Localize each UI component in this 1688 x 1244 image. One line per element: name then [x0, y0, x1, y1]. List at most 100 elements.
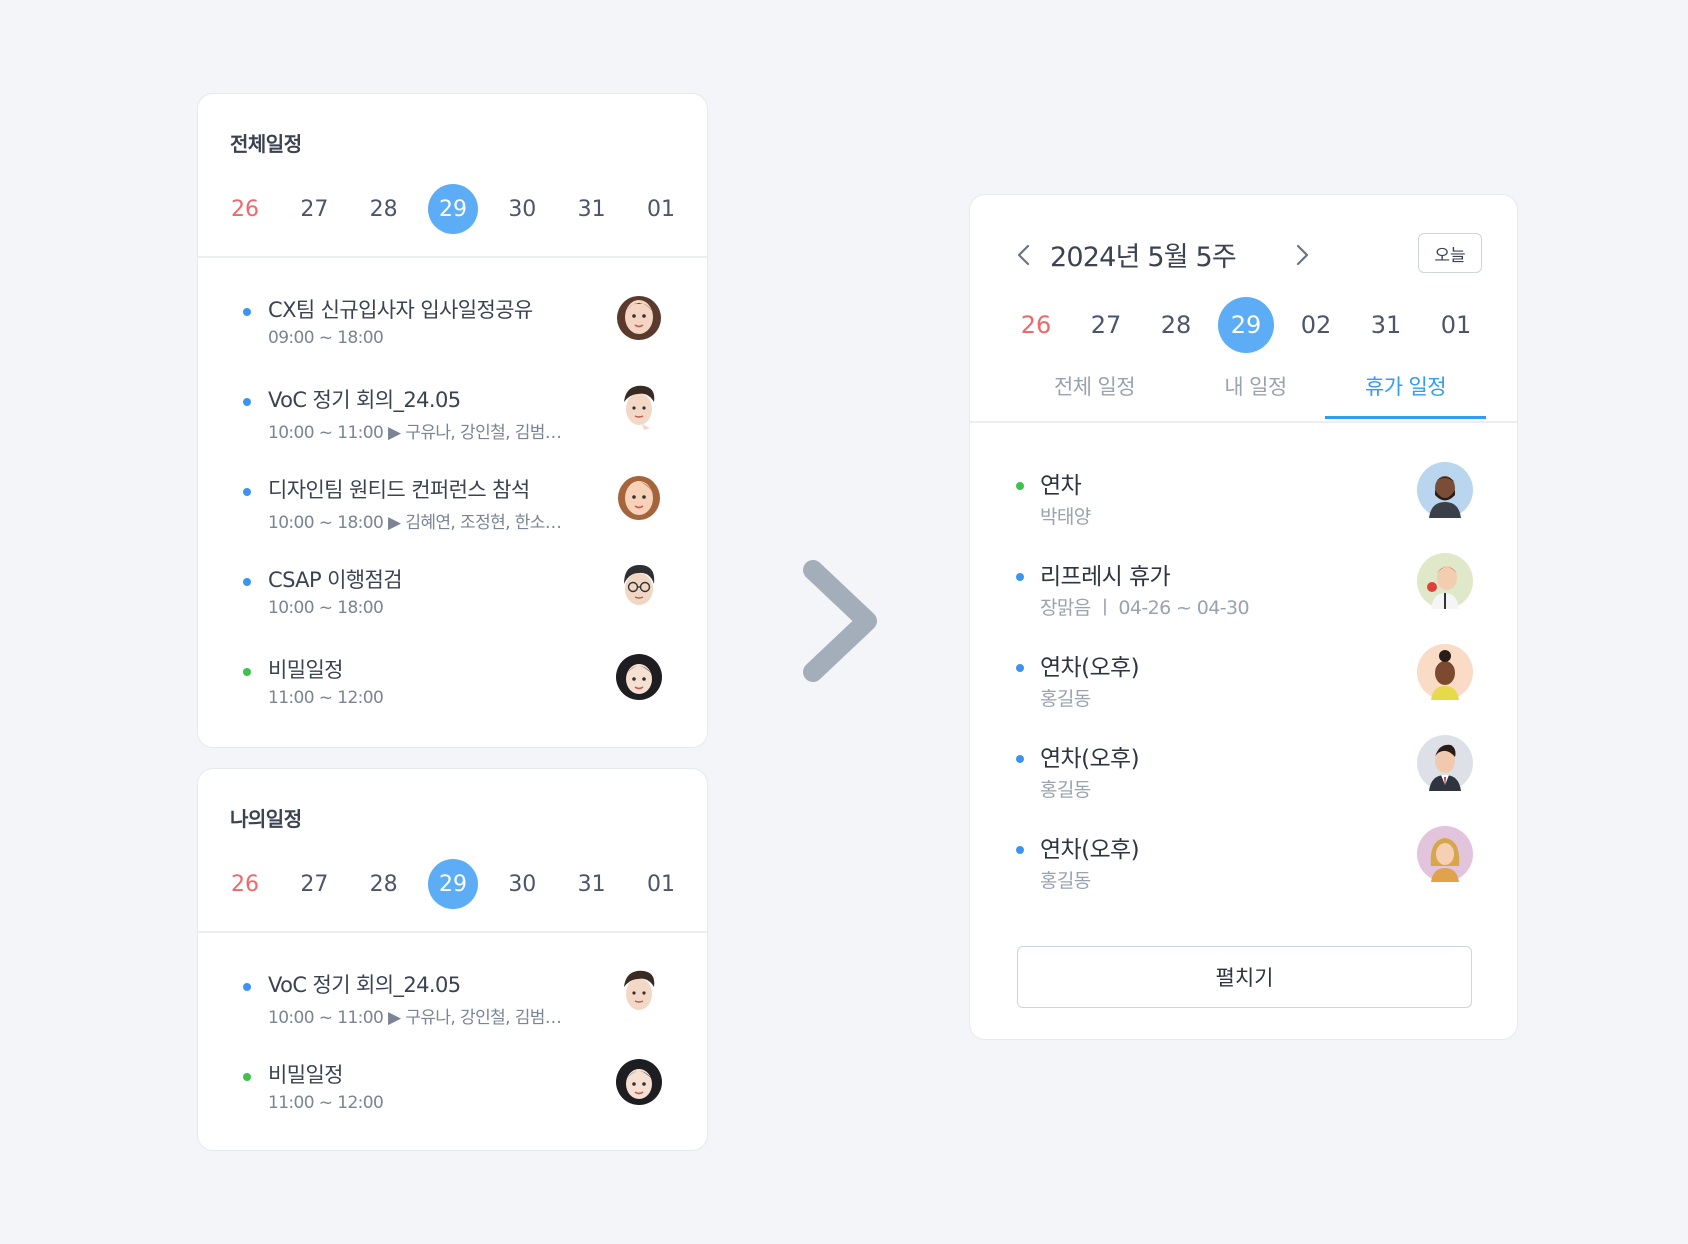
list-item[interactable]: VoC 정기 회의_24.05 10:00 ~ 11:00 ▶ 구유나, 강인철… — [198, 380, 707, 460]
all-schedule-card: 전체일정 26 27 28 29 30 31 01 CX팀 신규입사자 입사일정… — [197, 93, 708, 748]
status-dot — [243, 488, 251, 496]
list-item[interactable]: 연차 박태양 — [970, 462, 1517, 552]
date-item[interactable]: 31 — [567, 184, 617, 234]
status-dot — [1016, 664, 1024, 672]
tab-all[interactable]: 전체 일정 — [1014, 371, 1175, 419]
event-person: 홍길동 — [1040, 779, 1091, 801]
event-title: CSAP 이행점검 — [268, 568, 403, 592]
event-time: 09:00 ~ 18:00 — [268, 328, 384, 348]
event-title: 연차(오후) — [1040, 746, 1140, 772]
list-item[interactable]: 연차(오후) 홍길동 — [970, 826, 1517, 916]
event-time: 10:00 ~ 11:00 ▶ 구유나, 강인철, 김범… — [268, 1008, 562, 1028]
event-person: 장맑음 ㅣ 04-26 ~ 04-30 — [1040, 597, 1250, 619]
status-dot — [1016, 573, 1024, 581]
status-dot — [243, 983, 251, 991]
event-title: 비밀일정 — [268, 658, 343, 682]
man-apple-avatar-icon — [1417, 553, 1473, 609]
date-item[interactable]: 27 — [289, 859, 339, 909]
event-time: 10:00 ~ 18:00 — [268, 598, 384, 618]
event-person: 박태양 — [1040, 506, 1091, 528]
date-item[interactable]: 27 — [1078, 297, 1134, 353]
woman-memoji-icon — [616, 1059, 662, 1105]
date-item[interactable]: 26 — [220, 859, 270, 909]
event-time: 11:00 ~ 12:00 — [268, 1093, 384, 1113]
tab-vacation[interactable]: 휴가 일정 — [1325, 371, 1486, 419]
woman-memoji-icon — [617, 296, 661, 340]
date-item[interactable]: 26 — [220, 184, 270, 234]
list-item[interactable]: 리프레시 휴가 장맑음 ㅣ 04-26 ~ 04-30 — [970, 553, 1517, 643]
event-person: 홍길동 — [1040, 870, 1091, 892]
event-person: 홍길동 — [1040, 688, 1091, 710]
date-strip: 26 27 28 29 30 31 01 — [220, 184, 686, 234]
date-item[interactable]: 28 — [359, 184, 409, 234]
date-item[interactable]: 30 — [497, 184, 547, 234]
list-item[interactable]: CSAP 이행점검 10:00 ~ 18:00 — [198, 560, 707, 640]
event-title: VoC 정기 회의_24.05 — [268, 973, 461, 997]
event-title: 연차(오후) — [1040, 837, 1140, 863]
date-item[interactable]: 01 — [636, 184, 686, 234]
chevron-right-icon[interactable] — [1288, 241, 1316, 269]
status-dot — [243, 578, 251, 586]
event-title: 연차 — [1040, 473, 1082, 499]
list-item[interactable]: 디자인팀 원티드 컨퍼런스 참석 10:00 ~ 18:00 ▶ 김혜연, 조정… — [198, 470, 707, 550]
man-beard-avatar-icon — [1417, 462, 1473, 518]
card-title: 전체일정 — [230, 132, 302, 156]
status-dot — [1016, 482, 1024, 490]
woman-blonde-avatar-icon — [1417, 826, 1473, 882]
weekly-schedule-card: 2024년 5월 5주 오늘 26 27 28 29 02 31 01 전체 일… — [969, 194, 1518, 1040]
event-title: 연차(오후) — [1040, 655, 1140, 681]
list-item[interactable]: 연차(오후) 홍길동 — [970, 735, 1517, 825]
date-item[interactable]: 31 — [1358, 297, 1414, 353]
event-title: 디자인팀 원티드 컨퍼런스 참석 — [268, 478, 530, 502]
expand-button[interactable]: 펼치기 — [1017, 946, 1472, 1008]
status-dot — [1016, 846, 1024, 854]
date-strip: 26 27 28 29 30 31 01 — [220, 859, 686, 909]
date-item-selected[interactable]: 29 — [427, 184, 478, 234]
date-item[interactable]: 31 — [567, 859, 617, 909]
event-time: 10:00 ~ 11:00 ▶ 구유나, 강인철, 김범… — [268, 423, 562, 443]
date-item[interactable]: 01 — [636, 859, 686, 909]
man-glasses-memoji-icon — [624, 564, 655, 605]
date-item[interactable]: 26 — [1008, 297, 1064, 353]
schedule-tabs: 전체 일정 내 일정 휴가 일정 — [970, 371, 1517, 419]
status-dot — [243, 308, 251, 316]
status-dot — [243, 668, 251, 676]
man-memoji-icon — [624, 970, 655, 1010]
list-item[interactable]: VoC 정기 회의_24.05 10:00 ~ 11:00 ▶ 구유나, 강인철… — [198, 965, 707, 1045]
date-item-selected[interactable]: 29 — [1218, 297, 1274, 353]
status-dot — [243, 1073, 251, 1081]
event-time: 10:00 ~ 18:00 ▶ 김혜연, 조정현, 한소… — [268, 513, 562, 533]
event-title: 리프레시 휴가 — [1040, 564, 1171, 590]
week-header: 2024년 5월 5주 오늘 — [1010, 233, 1482, 277]
date-item[interactable]: 28 — [359, 859, 409, 909]
date-strip: 26 27 28 29 02 31 01 — [1008, 297, 1484, 353]
divider — [198, 256, 707, 258]
event-title: 비밀일정 — [268, 1063, 343, 1087]
list-item[interactable]: 비밀일정 11:00 ~ 12:00 — [198, 650, 707, 730]
status-dot — [1016, 755, 1024, 763]
chevron-right-icon — [803, 560, 877, 682]
event-title: CX팀 신규입사자 입사일정공유 — [268, 298, 533, 322]
woman-bun-avatar-icon — [1417, 644, 1473, 700]
man-suit-avatar-icon — [1417, 735, 1473, 791]
week-label: 2024년 5월 5주 — [1050, 242, 1237, 273]
date-item[interactable]: 30 — [497, 859, 547, 909]
divider — [198, 931, 707, 933]
woman-memoji-icon — [616, 654, 662, 700]
chevron-left-icon[interactable] — [1010, 241, 1038, 269]
event-title: VoC 정기 회의_24.05 — [268, 388, 461, 412]
date-item-selected[interactable]: 29 — [427, 859, 478, 909]
list-item[interactable]: 비밀일정 11:00 ~ 12:00 — [198, 1055, 707, 1135]
date-item[interactable]: 02 — [1288, 297, 1344, 353]
list-item[interactable]: 연차(오후) 홍길동 — [970, 644, 1517, 734]
woman-memoji-icon — [618, 476, 660, 520]
today-button[interactable]: 오늘 — [1418, 233, 1482, 273]
date-item[interactable]: 28 — [1148, 297, 1204, 353]
date-item[interactable]: 27 — [289, 184, 339, 234]
divider — [970, 421, 1517, 423]
list-item[interactable]: CX팀 신규입사자 입사일정공유 09:00 ~ 18:00 — [198, 290, 707, 370]
man-memoji-icon — [624, 385, 655, 430]
card-title: 나의일정 — [230, 807, 302, 831]
tab-mine[interactable]: 내 일정 — [1175, 371, 1336, 419]
date-item[interactable]: 01 — [1428, 297, 1484, 353]
